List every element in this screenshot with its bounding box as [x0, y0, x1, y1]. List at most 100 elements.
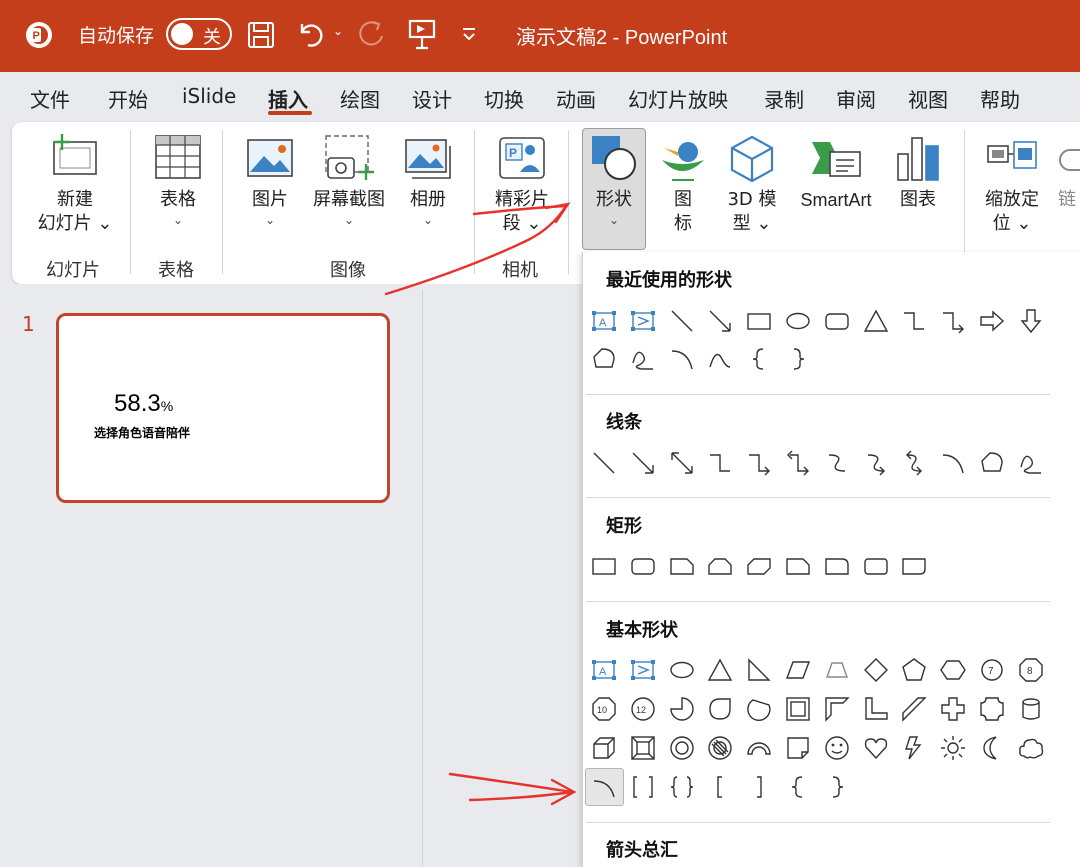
- rrect-snipd-shape-icon[interactable]: [745, 552, 773, 580]
- scribble-shape-icon[interactable]: [1017, 449, 1045, 477]
- cube-shape-icon[interactable]: [590, 734, 618, 762]
- elbowarrow-shape-icon[interactable]: [745, 449, 773, 477]
- triangle-shape-icon[interactable]: [862, 307, 890, 335]
- lbrace-shape-icon[interactable]: [745, 345, 773, 373]
- rrect-r3-shape-icon[interactable]: [900, 552, 928, 580]
- tab-file[interactable]: 文件: [30, 84, 70, 113]
- ellipse-shape-icon[interactable]: [784, 307, 812, 335]
- rrect-snipr-shape-icon[interactable]: [784, 552, 812, 580]
- elbowdbl-shape-icon[interactable]: [784, 449, 812, 477]
- tab-home[interactable]: 开始: [108, 84, 148, 113]
- arc-shape-icon[interactable]: [668, 345, 696, 373]
- tab-review[interactable]: 审阅: [836, 84, 876, 113]
- picture-icon[interactable]: [246, 138, 294, 178]
- arcsel-shape-icon[interactable]: [590, 773, 618, 801]
- rbrace-shape-icon[interactable]: [784, 345, 812, 373]
- table-icon[interactable]: [154, 134, 202, 180]
- heptagon-shape-icon[interactable]: 7: [978, 656, 1006, 684]
- photo-album-icon[interactable]: [404, 138, 454, 180]
- rrect-shape-icon[interactable]: [629, 552, 657, 580]
- elbow-shape-icon[interactable]: [706, 449, 734, 477]
- elbow-shape-icon[interactable]: [900, 307, 928, 335]
- arrowline-shape-icon[interactable]: [706, 307, 734, 335]
- vtextbox-shape-icon[interactable]: [629, 656, 657, 684]
- halfframe-shape-icon[interactable]: [823, 695, 851, 723]
- hexagon-shape-icon[interactable]: [939, 656, 967, 684]
- chart-button[interactable]: 图表: [888, 188, 948, 212]
- screenshot-button[interactable]: 屏幕截图 ⌄: [308, 188, 390, 228]
- panel-divider[interactable]: [422, 290, 423, 867]
- tab-islide[interactable]: iSlide: [182, 84, 236, 108]
- heart-shape-icon[interactable]: [862, 734, 890, 762]
- rrect-snip2-shape-icon[interactable]: [706, 552, 734, 580]
- curve-shape-icon[interactable]: [706, 345, 734, 373]
- sun-shape-icon[interactable]: [939, 734, 967, 762]
- 3d-model-icon[interactable]: [728, 134, 776, 184]
- icons-icon[interactable]: [658, 134, 708, 182]
- can-shape-icon[interactable]: [1017, 695, 1045, 723]
- vtextbox-shape-icon[interactable]: [629, 307, 657, 335]
- zoom-button[interactable]: 缩放定 位 ⌄: [978, 188, 1046, 236]
- tab-animations[interactable]: 动画: [556, 84, 596, 113]
- moon-shape-icon[interactable]: [978, 734, 1006, 762]
- rect-shape-icon[interactable]: [590, 552, 618, 580]
- foldcorner-shape-icon[interactable]: [784, 734, 812, 762]
- autosave-toggle[interactable]: 关: [166, 18, 232, 50]
- bevel-shape-icon[interactable]: [629, 734, 657, 762]
- downarrow-shape-icon[interactable]: [1017, 307, 1045, 335]
- line-shape-icon[interactable]: [668, 307, 696, 335]
- clip-button[interactable]: 精彩片 段 ⌄: [488, 188, 556, 236]
- icons-button[interactable]: 图 标: [662, 188, 704, 236]
- zoom-icon[interactable]: [986, 140, 1038, 174]
- frame-shape-icon[interactable]: [784, 695, 812, 723]
- tab-record[interactable]: 录制: [764, 84, 804, 113]
- rrect-r2-shape-icon[interactable]: [862, 552, 890, 580]
- smartart-icon[interactable]: [808, 138, 862, 180]
- clip-icon[interactable]: P: [498, 136, 546, 180]
- picture-button[interactable]: 图片 ⌄: [240, 188, 300, 228]
- undo-icon[interactable]: [296, 18, 328, 50]
- elbowarrow-shape-icon[interactable]: [939, 307, 967, 335]
- dec10-shape-icon[interactable]: 10: [590, 695, 618, 723]
- chevron-down-icon[interactable]: ⌄: [333, 24, 343, 38]
- rtriangle-shape-icon[interactable]: [745, 656, 773, 684]
- donut-shape-icon[interactable]: [668, 734, 696, 762]
- link-icon[interactable]: [1056, 146, 1080, 176]
- dodec12-shape-icon[interactable]: 12: [629, 695, 657, 723]
- rbrace-shape-icon[interactable]: [823, 773, 851, 801]
- dblbrace-shape-icon[interactable]: [668, 773, 696, 801]
- arc-shape-icon[interactable]: [939, 449, 967, 477]
- lbrace-shape-icon[interactable]: [784, 773, 812, 801]
- photo-album-button[interactable]: 相册 ⌄: [398, 188, 458, 228]
- curvedconn-shape-icon[interactable]: [823, 449, 851, 477]
- tab-view[interactable]: 视图: [908, 84, 948, 113]
- diagstripe-shape-icon[interactable]: [900, 695, 928, 723]
- scribble-shape-icon[interactable]: [629, 345, 657, 373]
- new-slide-button[interactable]: 新建 幻灯片 ⌄: [36, 188, 114, 236]
- new-slide-icon[interactable]: [50, 134, 100, 178]
- lightning-shape-icon[interactable]: [900, 734, 928, 762]
- rrect-shape-icon[interactable]: [823, 307, 851, 335]
- curvedconnarrow-shape-icon[interactable]: [862, 449, 890, 477]
- tab-draw[interactable]: 绘图: [340, 84, 380, 113]
- tab-slideshow[interactable]: 幻灯片放映: [628, 84, 728, 113]
- octagon8-shape-icon[interactable]: 8: [1017, 656, 1045, 684]
- tab-insert[interactable]: 插入: [268, 84, 308, 113]
- arrowline-shape-icon[interactable]: [629, 449, 657, 477]
- line-shape-icon[interactable]: [590, 449, 618, 477]
- trapezoid-shape-icon[interactable]: [823, 656, 851, 684]
- rrect-snip1-shape-icon[interactable]: [668, 552, 696, 580]
- smartart-button[interactable]: SmartArt: [790, 188, 882, 212]
- triangle-shape-icon[interactable]: [706, 656, 734, 684]
- smiley-shape-icon[interactable]: [823, 734, 851, 762]
- table-button[interactable]: 表格 ⌄: [148, 188, 208, 228]
- teardrop-shape-icon[interactable]: [706, 695, 734, 723]
- pie-shape-icon[interactable]: [668, 695, 696, 723]
- dblbracket-shape-icon[interactable]: [629, 773, 657, 801]
- rrect-r1-shape-icon[interactable]: [823, 552, 851, 580]
- plaque-shape-icon[interactable]: [978, 695, 1006, 723]
- pentagon-shape-icon[interactable]: [900, 656, 928, 684]
- blockarc-shape-icon[interactable]: [745, 734, 773, 762]
- customize-toolbar-icon[interactable]: [460, 22, 478, 44]
- 3d-model-button[interactable]: 3D 模 型 ⌄: [722, 188, 782, 236]
